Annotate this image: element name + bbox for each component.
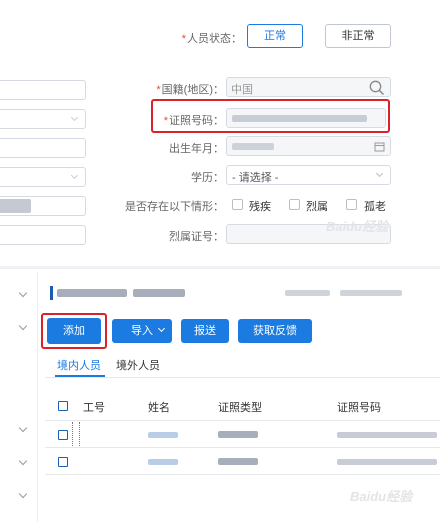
education-placeholder: - 请选择 - <box>232 172 279 184</box>
left-field-3-value <box>0 199 31 213</box>
chevron-down-icon[interactable] <box>18 288 28 298</box>
birth-field[interactable] <box>226 136 391 156</box>
condition-elderly-checkbox[interactable] <box>346 199 357 210</box>
condition-disabled-checkbox[interactable] <box>232 199 243 210</box>
row-divider <box>45 447 440 448</box>
chevron-down-icon <box>375 169 384 178</box>
conditions-label: 是否存在以下情形： <box>125 201 224 213</box>
condition-martyr-checkbox[interactable] <box>289 199 300 210</box>
add-button-highlight <box>41 313 107 349</box>
left-field-1[interactable] <box>0 80 86 100</box>
tab-foreign[interactable]: 境外人员 <box>116 357 160 373</box>
search-icon[interactable] <box>368 79 386 97</box>
chevron-down-icon[interactable] <box>18 423 28 433</box>
select-all-checkbox[interactable] <box>58 401 68 411</box>
status-label: *人员状态： <box>181 33 242 45</box>
column-header-employee-id[interactable]: 工号 <box>83 399 105 415</box>
chevron-down-icon <box>70 113 79 122</box>
import-label: 导入 <box>131 325 153 337</box>
row-focus-indicator <box>72 422 80 448</box>
status-abnormal-button[interactable]: 非正常 <box>325 24 391 48</box>
left-field-4[interactable] <box>0 225 86 245</box>
row-checkbox[interactable] <box>58 430 68 440</box>
watermark-top: Baidu经验 <box>326 219 389 234</box>
chevron-down-icon[interactable] <box>18 489 28 499</box>
panel-header-meta-1 <box>285 290 330 296</box>
row-id-type-value <box>218 458 258 465</box>
chevron-down-icon[interactable] <box>18 456 28 466</box>
table-header-divider <box>45 420 440 421</box>
birth-label: 出生年月： <box>169 143 224 155</box>
row-checkbox[interactable] <box>58 457 68 467</box>
left-select-1[interactable] <box>0 109 86 129</box>
watermark-bottom: Baidu经验 <box>350 489 413 504</box>
martyr-cert-label: 烈属证号： <box>169 231 224 243</box>
condition-disabled-label: 残疾 <box>249 201 271 213</box>
get-feedback-button[interactable]: 获取反馈 <box>238 319 312 343</box>
education-select[interactable]: - 请选择 - <box>226 165 391 185</box>
import-button[interactable]: 导入 <box>112 319 172 343</box>
column-header-id-number[interactable]: 证照号码 <box>337 399 381 415</box>
row-id-number-value <box>337 432 437 438</box>
panel-header-subtitle <box>133 289 185 297</box>
birth-value <box>232 143 274 150</box>
country-value: 中国 <box>231 84 253 96</box>
education-label: 学历： <box>191 172 224 184</box>
id-number-highlight <box>151 99 390 133</box>
row-name-value <box>148 432 178 438</box>
panel-header-marker <box>50 286 53 300</box>
calendar-icon[interactable] <box>374 141 385 152</box>
left-field-2[interactable] <box>0 138 86 158</box>
column-header-id-type[interactable]: 证照类型 <box>218 399 262 415</box>
panel-separator <box>37 272 38 522</box>
panel-header-meta-2 <box>340 290 402 296</box>
tab-domestic[interactable]: 境内人员 <box>57 357 101 373</box>
row-divider <box>45 474 440 475</box>
chevron-down-icon <box>70 171 79 180</box>
condition-martyr-label: 烈属 <box>306 201 328 213</box>
left-field-3[interactable] <box>0 196 86 216</box>
country-field[interactable]: 中国 <box>226 77 391 97</box>
submit-button[interactable]: 报送 <box>181 319 229 343</box>
section-divider <box>0 266 440 269</box>
chevron-down-icon <box>157 324 166 333</box>
chevron-down-icon[interactable] <box>18 321 28 331</box>
condition-elderly-label: 孤老 <box>364 201 386 213</box>
row-id-number-value <box>337 459 437 465</box>
column-header-name[interactable]: 姓名 <box>148 399 170 415</box>
row-id-type-value <box>218 431 258 438</box>
left-select-2[interactable] <box>0 167 86 187</box>
status-normal-button[interactable]: 正常 <box>247 24 303 48</box>
row-name-value <box>148 459 178 465</box>
tabs-divider <box>45 377 440 378</box>
panel-header-company <box>57 289 127 297</box>
country-label: *国籍(地区)： <box>156 84 224 96</box>
